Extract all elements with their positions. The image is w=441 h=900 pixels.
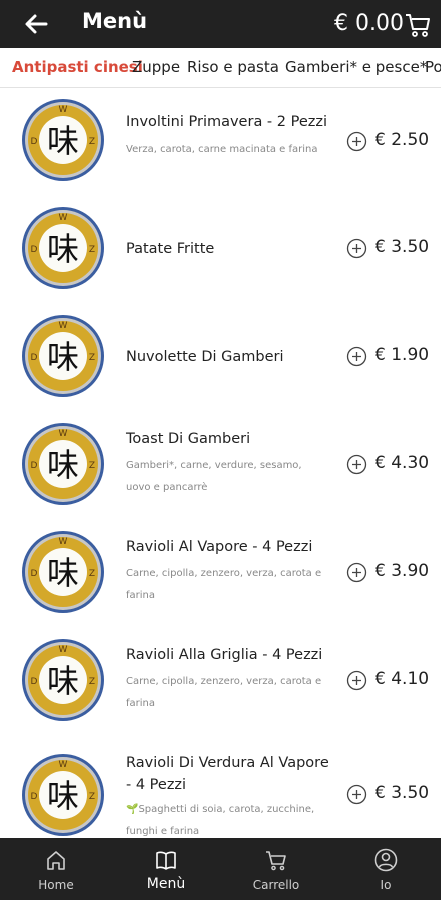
menu-item-name: Ravioli Alla Griglia - 4 Pezzi <box>126 647 323 663</box>
svg-text:W: W <box>59 645 68 655</box>
restaurant-logo-icon: W D Z味 <box>22 639 104 721</box>
category-tabs: Antipasti cinesi Zuppe Riso e pasta Gamb… <box>0 48 441 88</box>
page-title: Menù <box>82 9 148 33</box>
svg-text:Z: Z <box>89 569 95 579</box>
tab-po[interactable]: Po <box>425 58 441 76</box>
menu-item-name: Nuvolette Di Gamberi <box>126 349 284 365</box>
menu-item-name: Ravioli Al Vapore - 4 Pezzi <box>126 539 313 555</box>
add-to-cart-icon[interactable] <box>346 784 367 805</box>
svg-text:D: D <box>31 353 38 363</box>
menu-item[interactable]: W D Z 味 Toast Di Gamberi Gamberi*, carne, ver… <box>0 417 441 525</box>
menu-item-description: Gamberi*, carne, verdure, sesamo, uovo e… <box>126 460 302 493</box>
svg-text:W: W <box>59 760 68 770</box>
menu-item-price: € 4.30 <box>375 453 430 473</box>
add-to-cart-icon[interactable] <box>346 670 367 691</box>
nav-profile-label: Io <box>380 878 392 892</box>
restaurant-logo-icon: W D Z味 <box>22 207 104 289</box>
svg-text:D: D <box>31 792 38 802</box>
svg-text:味: 味 <box>47 122 79 160</box>
add-to-cart-icon[interactable] <box>346 238 367 259</box>
add-to-cart-icon[interactable] <box>346 131 367 152</box>
menu-item-price: € 3.50 <box>375 783 430 803</box>
add-to-cart-icon[interactable] <box>346 454 367 475</box>
svg-text:W: W <box>59 213 68 223</box>
menu-item[interactable]: W D Z 味 Ravioli Al Vapore - 4 Pezzi Carne, ci… <box>0 525 441 633</box>
svg-text:D: D <box>31 245 38 255</box>
menu-item-price: € 4.10 <box>375 669 430 689</box>
menu-item-name: Patate Fritte <box>126 241 215 257</box>
cart-total: € 0.00 <box>334 11 404 36</box>
menu-item[interactable]: W D Z 味 Nuvolette Di Gamberi € 1.90 <box>0 309 441 417</box>
cart-icon[interactable] <box>404 11 432 39</box>
svg-text:味: 味 <box>47 777 79 815</box>
svg-text:W: W <box>59 321 68 331</box>
arrow-left-icon[interactable] <box>22 10 50 38</box>
nav-profile[interactable]: Io <box>346 838 426 900</box>
cart-icon <box>266 851 286 871</box>
bottom-nav: Home Menù Carrello Io <box>0 838 441 900</box>
user-icon <box>374 848 398 872</box>
add-to-cart-icon[interactable] <box>346 562 367 583</box>
svg-text:D: D <box>31 461 38 471</box>
svg-text:味: 味 <box>47 446 79 484</box>
home-icon <box>47 851 65 870</box>
svg-text:D: D <box>31 569 38 579</box>
menu-item-description: Verza, carota, carne macinata e farina <box>126 144 318 155</box>
svg-text:Z: Z <box>89 137 95 147</box>
nav-menu-label: Menù <box>146 876 186 892</box>
tab-gamberi-e-pesce[interactable]: Gamberi* e pesce* <box>285 58 427 76</box>
menu-item[interactable]: W D Z 味 Involtini Primavera - 2 Pezzi Verza, … <box>0 93 441 201</box>
tab-zuppe[interactable]: Zuppe <box>132 58 180 76</box>
menu-item-price: € 3.50 <box>375 237 430 257</box>
svg-text:W: W <box>59 537 68 547</box>
svg-text:Z: Z <box>89 461 95 471</box>
svg-text:D: D <box>31 137 38 147</box>
menu-item-price: € 1.90 <box>375 345 430 365</box>
nav-menu[interactable]: Menù <box>126 838 206 900</box>
svg-text:W: W <box>59 429 68 439</box>
add-to-cart-icon[interactable] <box>346 346 367 367</box>
svg-text:D: D <box>31 677 38 687</box>
tab-antipasti-cinesi[interactable]: Antipasti cinesi <box>12 58 143 76</box>
menu-item-price: € 3.90 <box>375 561 430 581</box>
menu-item-description: Carne, cipolla, zenzero, verza, carota e… <box>126 568 322 601</box>
svg-text:味: 味 <box>47 662 79 700</box>
svg-text:W: W <box>59 105 68 115</box>
restaurant-logo-icon: W D Z味 <box>22 754 104 836</box>
restaurant-logo-icon: W D Z味 <box>22 99 104 181</box>
svg-text:Z: Z <box>89 792 95 802</box>
restaurant-logo-icon: W D Z味 <box>22 315 104 397</box>
menu-item-name: Involtini Primavera - 2 Pezzi <box>126 114 328 130</box>
svg-text:Z: Z <box>89 677 95 687</box>
menu-list: W D Z 味 Involtini Primavera - 2 Pezzi Verza, … <box>0 89 441 838</box>
menu-item[interactable]: W D Z 味 Patate Fritte € 3.50 <box>0 201 441 309</box>
svg-text:味: 味 <box>47 338 79 376</box>
svg-text:Z: Z <box>89 245 95 255</box>
svg-text:Z: Z <box>89 353 95 363</box>
restaurant-logo-icon: W D Z味 <box>22 531 104 613</box>
svg-text:味: 味 <box>47 554 79 592</box>
menu-item-name: Toast Di Gamberi <box>126 431 251 447</box>
menu-item-description: Carne, cipolla, zenzero, verza, carota e… <box>126 676 322 709</box>
menu-item[interactable]: W D Z 味 Ravioli Alla Griglia - 4 Pezzi Carne,… <box>0 633 441 741</box>
menu-item-price: € 2.50 <box>375 130 430 150</box>
nav-home-label: Home <box>38 878 74 892</box>
book-icon <box>156 851 176 870</box>
menu-item-name: Ravioli Di Verdura Al Vapore - 4 Pezzi <box>126 755 329 793</box>
menu-item-description: 🌱Spaghetti di soia, carota, zucchine, fu… <box>126 804 315 837</box>
tab-riso-e-pasta[interactable]: Riso e pasta <box>187 58 279 76</box>
restaurant-logo-icon: W D Z味 <box>22 423 104 505</box>
menu-item[interactable]: W D Z 味 Ravioli Di Verdura Al Vapore - 4 Pez… <box>0 744 441 838</box>
top-bar: Menù € 0.00 <box>0 0 441 48</box>
nav-cart-label: Carrello <box>252 878 300 892</box>
svg-text:味: 味 <box>47 230 79 268</box>
nav-home[interactable]: Home <box>16 838 96 900</box>
nav-cart[interactable]: Carrello <box>236 838 316 900</box>
